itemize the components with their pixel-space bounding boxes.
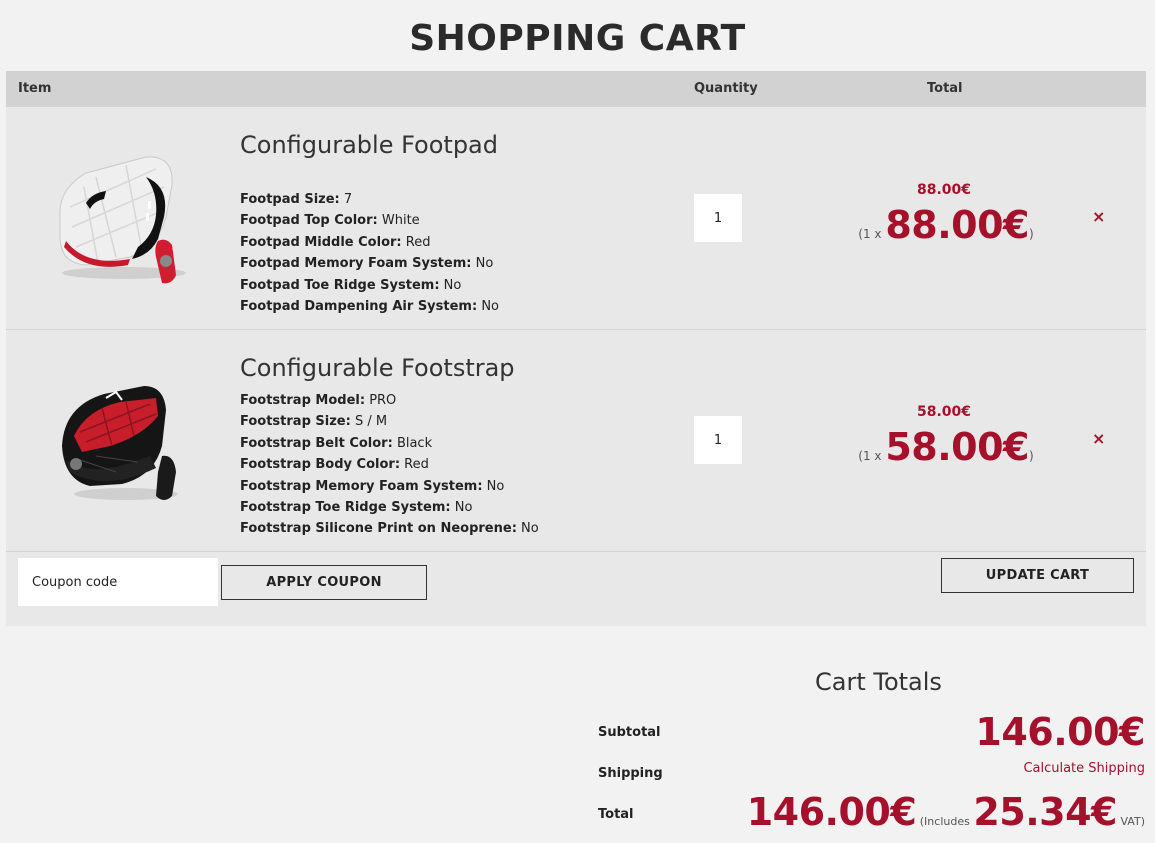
header-item: Item [18,81,52,96]
coupon-code-input[interactable] [18,558,218,606]
option-row: Footpad Dampening Air System: No [240,296,499,317]
cart-row-footpad: Configurable Footpad Footpad Size: 7 Foo… [6,107,1146,330]
total-value: 146.00€ [746,790,917,834]
option-label: Footstrap Memory Foam System: [240,478,483,494]
vat-value: 25.34€ [973,790,1117,834]
product-options: Footstrap Model: PRO Footstrap Size: S /… [240,390,539,540]
product-name[interactable]: Configurable Footstrap [240,354,515,382]
subtotal-value: 146.00€ [975,710,1145,754]
unit-suffix: ) [1029,227,1034,241]
unit-suffix: ) [1029,449,1034,463]
option-value: Red [404,457,429,473]
option-value: No [443,277,462,293]
option-row: Footstrap Model: PRO [240,390,539,411]
option-label: Footstrap Belt Color: [240,435,393,451]
option-label: Footpad Dampening Air System: [240,298,478,314]
includes-prefix: (Includes [919,815,970,828]
line-total: 88.00€ [916,182,972,198]
update-cart-button[interactable]: UPDATE CART [941,558,1134,593]
header-quantity: Quantity [694,81,758,96]
option-label: Footpad Top Color: [240,213,378,229]
footstrap-product-image[interactable] [46,376,196,520]
remove-item-button[interactable]: × [1092,429,1105,448]
option-label: Footpad Size: [240,192,340,207]
quantity-input[interactable] [694,194,742,242]
option-label: Footstrap Model: [240,393,366,408]
option-value: No [454,499,473,515]
line-total: 58.00€ [916,404,972,420]
option-row: Footstrap Toe Ridge System: No [240,497,539,518]
option-label: Footpad Memory Foam System: [240,256,472,272]
option-row: Footpad Middle Color: Red [240,232,499,253]
vat-suffix: VAT) [1120,815,1145,828]
order-total-line: 146.00€ (Includes 25.34€ VAT) [747,790,1145,834]
calculate-shipping-link[interactable]: Calculate Shipping [1023,761,1145,776]
option-value: No [486,478,505,494]
option-row: Footpad Memory Foam System: No [240,253,499,274]
product-name[interactable]: Configurable Footpad [240,131,498,159]
option-row: Footstrap Body Color: Red [240,454,539,475]
option-label: Footpad Toe Ridge System: [240,277,440,293]
option-label: Footstrap Toe Ridge System: [240,499,451,515]
option-value: Red [405,234,431,250]
option-value: Black [396,435,433,451]
page-title: SHOPPING CART [409,18,746,59]
unit-price: 88.00€ [885,203,1029,247]
option-value: No [481,298,500,314]
unit-prefix: (1 x [858,449,882,463]
option-value: White [381,213,420,229]
option-row: Footstrap Belt Color: Black [240,433,539,454]
option-row: Footpad Size: 7 [240,189,499,210]
option-row: Footstrap Silicone Print on Neoprene: No [240,518,539,539]
option-value: No [475,256,494,272]
apply-coupon-button[interactable]: APPLY COUPON [221,565,427,600]
option-row: Footstrap Size: S / M [240,411,539,432]
product-options: Footpad Size: 7 Footpad Top Color: White… [240,189,499,317]
cart-table-header: Item Quantity Total [6,71,1146,107]
quantity-input[interactable] [694,416,742,464]
option-label: Footstrap Silicone Print on Neoprene: [240,521,517,537]
subtotal-label: Subtotal [598,725,661,740]
option-row: Footpad Top Color: White [240,210,499,231]
option-value: No [521,521,539,537]
header-total: Total [927,81,963,96]
option-row: Footpad Toe Ridge System: No [240,275,499,296]
option-value: 7 [343,192,353,207]
unit-price-line: (1 x 88.00€) [806,203,1086,247]
shipping-label: Shipping [598,766,663,781]
unit-prefix: (1 x [858,227,882,241]
total-label: Total [598,807,634,822]
option-value: PRO [369,393,397,408]
unit-price: 58.00€ [885,425,1029,469]
option-value: S / M [354,414,388,430]
option-row: Footstrap Memory Foam System: No [240,476,539,497]
unit-price-line: (1 x 58.00€) [806,425,1086,469]
cart-totals-title: Cart Totals [815,668,942,696]
option-label: Footstrap Body Color: [240,457,401,473]
option-label: Footstrap Size: [240,414,351,430]
option-label: Footpad Middle Color: [240,234,402,250]
footpad-product-image[interactable] [46,147,196,291]
cart-table: Item Quantity Total Configurable Footpad… [6,71,1146,626]
cart-row-footstrap: Configurable Footstrap Footstrap Model: … [6,330,1146,552]
remove-item-button[interactable]: × [1092,207,1105,226]
